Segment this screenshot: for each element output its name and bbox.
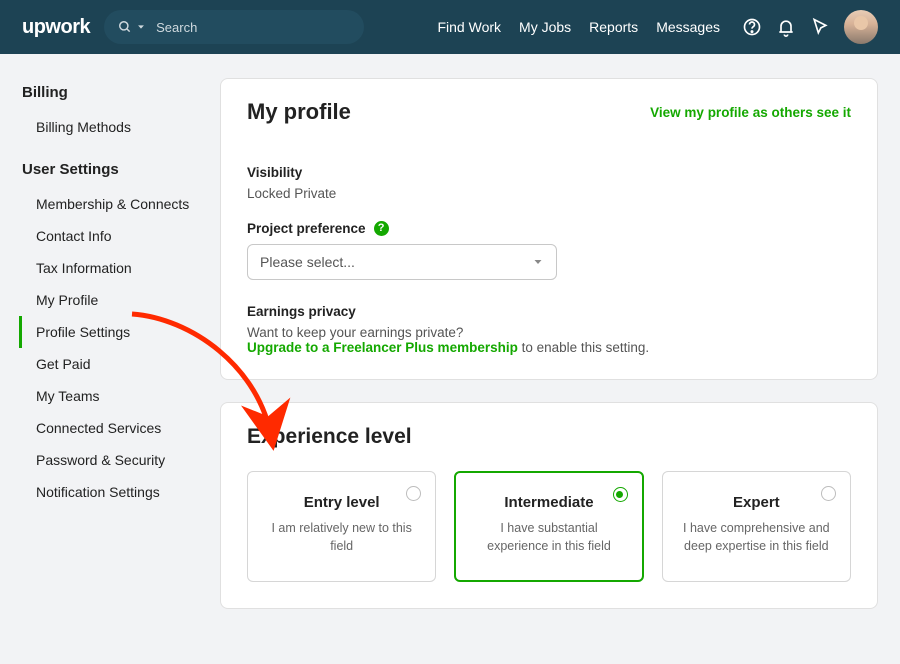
earnings-privacy-text: Upgrade to a Freelancer Plus membership … <box>247 340 851 355</box>
search-box[interactable] <box>104 10 364 44</box>
sidebar-item-billing-methods[interactable]: Billing Methods <box>19 111 220 143</box>
sidebar-heading-billing: Billing <box>22 84 220 101</box>
top-header: upwork Find Work My Jobs Reports Message… <box>0 0 900 54</box>
sidebar-item-connected-services[interactable]: Connected Services <box>19 412 220 444</box>
earnings-privacy-question: Want to keep your earnings private? <box>247 325 851 340</box>
radio-icon <box>613 487 628 502</box>
nav-my-jobs[interactable]: My Jobs <box>519 19 571 35</box>
visibility-label: Visibility <box>247 165 851 180</box>
radio-icon <box>821 486 836 501</box>
header-icons <box>742 10 878 44</box>
profile-card: My profile View my profile as others see… <box>220 78 878 380</box>
experience-option-name: Entry level <box>266 494 417 511</box>
select-placeholder: Please select... <box>260 254 355 270</box>
bell-icon[interactable] <box>776 17 796 37</box>
nav-reports[interactable]: Reports <box>589 19 638 35</box>
view-profile-link[interactable]: View my profile as others see it <box>650 105 851 120</box>
cursor-icon[interactable] <box>810 17 830 37</box>
earnings-privacy-label: Earnings privacy <box>247 304 851 319</box>
logo[interactable]: upwork <box>22 16 90 39</box>
sidebar-item-my-profile[interactable]: My Profile <box>19 284 220 316</box>
main-content: My profile View my profile as others see… <box>220 54 900 631</box>
search-icon <box>118 20 132 34</box>
experience-option-desc: I have comprehensive and deep expertise … <box>681 519 832 555</box>
sidebar-item-tax-info[interactable]: Tax Information <box>19 252 220 284</box>
experience-option-entry[interactable]: Entry level I am relatively new to this … <box>247 471 436 582</box>
sidebar-heading-user-settings: User Settings <box>22 161 220 178</box>
experience-option-expert[interactable]: Expert I have comprehensive and deep exp… <box>662 471 851 582</box>
help-icon[interactable] <box>742 17 762 37</box>
sidebar-item-get-paid[interactable]: Get Paid <box>19 348 220 380</box>
chevron-down-icon <box>532 256 544 268</box>
search-input[interactable] <box>156 20 350 35</box>
radio-icon <box>406 486 421 501</box>
nav-find-work[interactable]: Find Work <box>437 19 501 35</box>
caret-down-icon <box>136 22 146 32</box>
profile-card-title: My profile <box>247 99 351 125</box>
avatar[interactable] <box>844 10 878 44</box>
sidebar-item-membership[interactable]: Membership & Connects <box>19 188 220 220</box>
sidebar-item-notification-settings[interactable]: Notification Settings <box>19 476 220 508</box>
help-icon[interactable]: ? <box>374 221 389 236</box>
project-preference-select[interactable]: Please select... <box>247 244 557 280</box>
sidebar: Billing Billing Methods User Settings Me… <box>0 54 220 631</box>
sidebar-item-password-security[interactable]: Password & Security <box>19 444 220 476</box>
experience-option-desc: I am relatively new to this field <box>266 519 417 555</box>
sidebar-item-contact-info[interactable]: Contact Info <box>19 220 220 252</box>
experience-option-name: Expert <box>681 494 832 511</box>
visibility-value: Locked Private <box>247 186 851 201</box>
experience-option-desc: I have substantial experience in this fi… <box>473 519 624 555</box>
sidebar-item-my-teams[interactable]: My Teams <box>19 380 220 412</box>
experience-card: Experience level Entry level I am relati… <box>220 402 878 609</box>
sidebar-item-profile-settings[interactable]: Profile Settings <box>19 316 220 348</box>
upgrade-link[interactable]: Upgrade to a Freelancer Plus membership <box>247 340 518 355</box>
experience-option-name: Intermediate <box>473 494 624 511</box>
project-preference-label: Project preference ? <box>247 221 851 236</box>
header-nav: Find Work My Jobs Reports Messages <box>437 19 720 35</box>
experience-card-title: Experience level <box>247 425 851 449</box>
nav-messages[interactable]: Messages <box>656 19 720 35</box>
experience-option-intermediate[interactable]: Intermediate I have substantial experien… <box>454 471 643 582</box>
